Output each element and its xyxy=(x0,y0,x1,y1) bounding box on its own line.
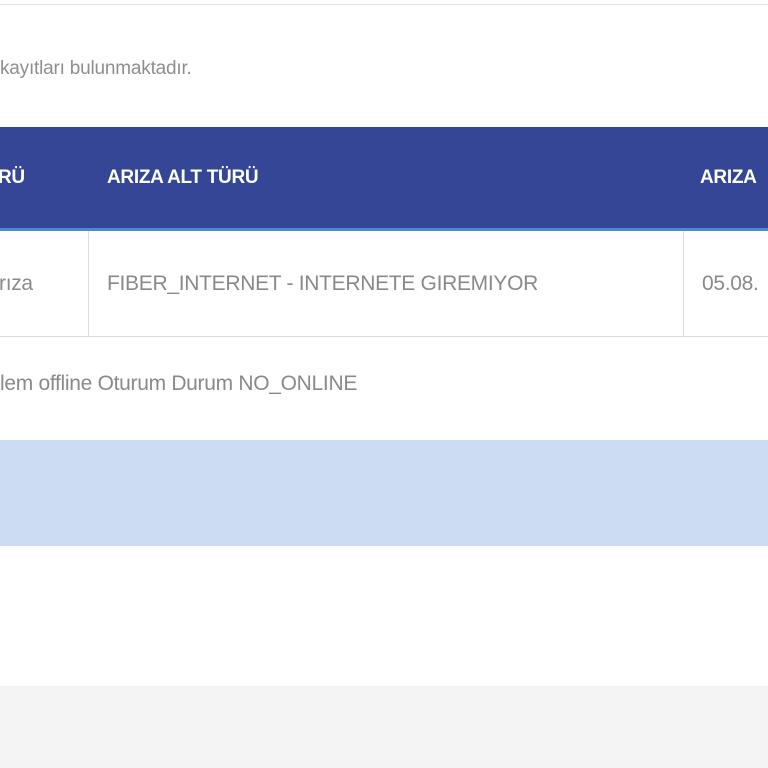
cell-fault-date: 05.08. xyxy=(702,272,759,295)
page-background-footer xyxy=(0,686,768,768)
column-separator xyxy=(88,231,89,336)
records-info-text: kayıtları bulunmaktadır. xyxy=(0,58,192,79)
session-status-text: lem offline Oturum Durum NO_ONLINE xyxy=(0,372,358,395)
table-row[interactable]: rıza FIBER_INTERNET - INTERNETE GIREMIYO… xyxy=(0,231,768,337)
content-card: kayıtları bulunmaktadır. RÜ ARIZA ALT TÜ… xyxy=(0,0,768,686)
cell-fault-type: rıza xyxy=(0,272,33,295)
table-header-row: RÜ ARIZA ALT TÜRÜ ARIZA xyxy=(0,127,768,231)
cell-fault-subtype: FIBER_INTERNET - INTERNETE GIREMIYOR xyxy=(107,272,539,295)
page: kayıtları bulunmaktadır. RÜ ARIZA ALT TÜ… xyxy=(0,0,768,768)
column-separator xyxy=(683,231,684,336)
column-header-fault-type: RÜ xyxy=(0,167,25,188)
fault-records-table: RÜ ARIZA ALT TÜRÜ ARIZA rıza FIBER_INTER… xyxy=(0,127,768,337)
column-header-fault-subtype: ARIZA ALT TÜRÜ xyxy=(107,167,259,188)
highlight-band xyxy=(0,440,768,546)
column-header-fault-date: ARIZA xyxy=(700,167,757,188)
top-divider xyxy=(0,4,768,5)
